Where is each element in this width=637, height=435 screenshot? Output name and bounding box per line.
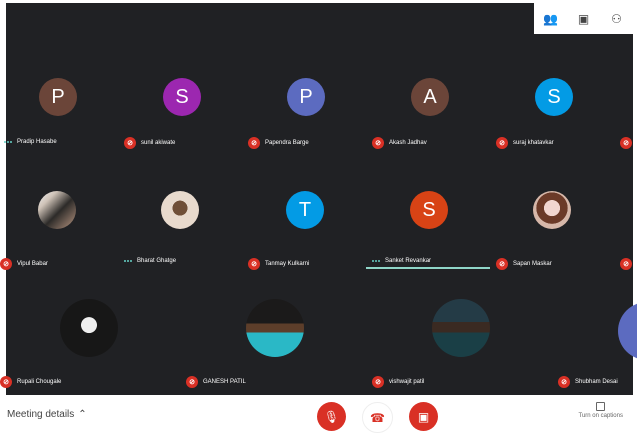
participant-tile[interactable]: T ⊘ Tanmay Kulkarni xyxy=(240,176,364,301)
video-thumbnail xyxy=(533,191,571,229)
participant-name: ⊘ xyxy=(620,137,632,149)
meeting-details-button[interactable]: Meeting details ⌃ xyxy=(7,409,87,420)
participant-name: ⊘ Sapan Maskar xyxy=(496,258,552,270)
avatar: T xyxy=(286,191,324,229)
mic-off-icon: ⊘ xyxy=(620,137,632,149)
mic-off-icon: ⊘ xyxy=(558,376,570,388)
call-controls: 🎙 ☎ ▣ xyxy=(317,402,438,433)
participant-tile[interactable]: ⊘ xyxy=(612,45,637,170)
participant-tile[interactable]: ⊘ Sapan Maskar xyxy=(488,176,612,301)
participant-tile[interactable]: ⊘ Rupali Chougale xyxy=(0,288,118,395)
participant-name: Pradip Hasabe xyxy=(4,139,57,145)
chat-icon[interactable]: ▣ xyxy=(573,8,595,30)
speaking-indicator xyxy=(4,141,12,143)
avatar: P xyxy=(39,78,77,116)
mic-off-button[interactable]: 🎙 xyxy=(317,402,346,431)
participant-tile[interactable]: ⊘ Vipul Babar xyxy=(0,176,116,301)
top-actions: 👥 ▣ ⚇ xyxy=(534,3,633,34)
participant-tile[interactable]: Bharat Ghatge xyxy=(116,176,240,301)
captions-label: Turn on captions xyxy=(578,413,623,419)
participant-name: Bharat Ghatge xyxy=(124,258,176,264)
mic-off-icon: 🎙 xyxy=(323,409,340,424)
participant-tile[interactable]: S Sanket Revankar xyxy=(364,176,488,301)
participant-name: ⊘ Vipul Babar xyxy=(0,258,48,270)
avatar: A xyxy=(411,78,449,116)
video-thumbnail xyxy=(432,299,490,357)
participant-name: ⊘ Akash Jadhav xyxy=(372,137,427,149)
avatar: P xyxy=(287,78,325,116)
participant-name: ⊘ vishwajit patil xyxy=(372,376,424,388)
end-call-button[interactable]: ☎ xyxy=(362,402,393,433)
participant-name: ⊘ Shubham Desai xyxy=(558,376,618,388)
participant-tile[interactable]: ⊘ Shubham Desai xyxy=(550,288,637,395)
participant-name: Sanket Revankar xyxy=(372,258,431,264)
participant-name: ⊘ Tanmay Kulkarni xyxy=(248,258,309,270)
participant-tile[interactable]: ⊘ vishwajit patil xyxy=(364,288,490,395)
participant-tile[interactable]: S ⊘ sunil akiwate xyxy=(116,45,240,170)
mic-off-icon: ⊘ xyxy=(0,258,12,270)
participant-tile[interactable]: A ⊘ Akash Jadhav xyxy=(364,45,488,170)
active-speaker-indicator xyxy=(366,267,490,269)
video-thumbnail xyxy=(38,191,76,229)
captions-icon xyxy=(596,402,606,411)
mic-off-icon: ⊘ xyxy=(372,137,384,149)
mic-off-icon: ⊘ xyxy=(248,258,260,270)
participant-name: ⊘ xyxy=(620,258,632,270)
phone-icon: ☎ xyxy=(370,410,385,425)
avatar: S xyxy=(535,78,573,116)
speaking-indicator xyxy=(372,260,380,262)
mic-off-icon: ⊘ xyxy=(124,137,136,149)
mic-off-icon: ⊘ xyxy=(248,137,260,149)
meeting-stage: 👥 ▣ ⚇ P Pradip Hasabe S ⊘ sunil akiwate P… xyxy=(0,0,637,395)
participant-name: ⊘ GANESH PATIL xyxy=(186,376,246,388)
activities-icon[interactable]: ⚇ xyxy=(606,8,628,30)
avatar: S xyxy=(410,191,448,229)
bottom-bar: Meeting details ⌃ 🎙 ☎ ▣ Turn on captions xyxy=(0,395,637,435)
meeting-details-label: Meeting details xyxy=(7,409,75,420)
people-icon[interactable]: 👥 xyxy=(540,8,562,30)
mic-off-icon: ⊘ xyxy=(496,137,508,149)
mic-off-icon: ⊘ xyxy=(0,376,12,388)
camera-off-icon: ▣ xyxy=(417,409,430,424)
video-thumbnail xyxy=(161,191,199,229)
speaking-indicator xyxy=(124,260,132,262)
participant-tile[interactable]: S ⊘ suraj khatavkar xyxy=(488,45,612,170)
mic-off-icon: ⊘ xyxy=(620,258,632,270)
chevron-up-icon: ⌃ xyxy=(78,409,87,420)
camera-off-button[interactable]: ▣ xyxy=(409,402,438,431)
participant-tile[interactable]: ⊘ xyxy=(612,176,637,301)
video-thumbnail xyxy=(60,299,118,357)
participant-name: ⊘ suraj khatavkar xyxy=(496,137,554,149)
captions-button[interactable]: Turn on captions xyxy=(579,402,623,419)
video-thumbnail xyxy=(246,299,304,357)
mic-off-icon: ⊘ xyxy=(186,376,198,388)
participant-tile[interactable]: P ⊘ Papendra Barge xyxy=(240,45,364,170)
participant-name: ⊘ Papendra Barge xyxy=(248,137,309,149)
avatar xyxy=(618,302,637,360)
participant-tile[interactable]: ⊘ GANESH PATIL xyxy=(178,288,304,395)
participant-name: ⊘ Rupali Chougale xyxy=(0,376,61,388)
mic-off-icon: ⊘ xyxy=(496,258,508,270)
participant-name: ⊘ sunil akiwate xyxy=(124,137,175,149)
mic-off-icon: ⊘ xyxy=(372,376,384,388)
avatar: S xyxy=(163,78,201,116)
participant-tile[interactable]: P Pradip Hasabe xyxy=(0,45,116,170)
